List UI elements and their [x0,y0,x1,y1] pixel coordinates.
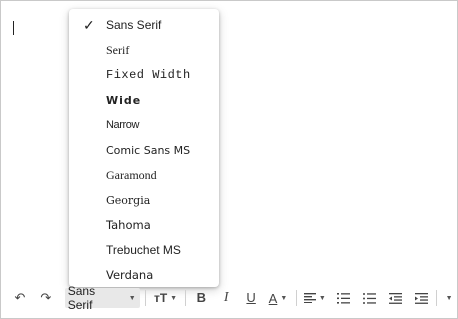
font-option-label: Sans Serif [106,18,162,32]
font-size-button[interactable]: тT ▼ [151,287,181,309]
font-option-sans-serif[interactable]: ✓ Sans Serif [69,13,219,38]
font-option-label: Tahoma [106,218,151,232]
align-left-icon [303,293,316,303]
underline-button[interactable]: U [241,287,261,309]
font-family-menu: ✓ Sans Serif Serif Fixed Width Wide Narr… [69,9,219,287]
bold-icon: B [196,290,207,305]
text-color-button[interactable]: A ▼ [265,287,291,309]
undo-button[interactable]: ↶ [10,287,30,309]
bulleted-list-icon [363,292,376,304]
more-options-icon: ▼ [445,294,453,302]
font-option-label: Georgia [106,194,151,207]
numbered-list-icon [337,292,351,304]
font-option-label: Verdana [106,268,154,282]
font-option-fixed-width[interactable]: Fixed Width [69,63,219,88]
numbered-list-button[interactable] [334,287,354,309]
indent-more-button[interactable] [411,287,431,309]
italic-button[interactable]: I [216,287,236,309]
font-option-trebuchet[interactable]: Trebuchet MS [69,238,219,263]
bulleted-list-button[interactable] [360,287,380,309]
redo-button[interactable]: ↷ [36,287,56,309]
chevron-down-icon: ▼ [318,294,326,302]
font-option-garamond[interactable]: Garamond [69,163,219,188]
toolbar-divider [144,290,146,306]
toolbar-divider [295,290,297,306]
chevron-down-icon: ▼ [128,294,136,302]
align-button[interactable]: ▼ [302,287,328,309]
font-option-label: Trebuchet MS [106,243,181,257]
font-option-serif[interactable]: Serif [69,38,219,63]
font-select-value: Sans Serif [67,284,96,312]
underline-icon: U [246,290,256,305]
redo-icon: ↷ [40,290,52,305]
font-option-comic-sans[interactable]: Comic Sans MS [69,138,219,163]
toolbar-divider [436,290,438,306]
chevron-down-icon: ▼ [170,294,178,302]
font-option-label: Garamond [106,168,157,182]
text-color-icon: A [268,290,278,306]
font-option-label: Narrow [106,119,140,131]
chevron-down-icon: ▼ [280,294,288,302]
font-size-icon: тT [153,291,168,305]
indent-more-icon [414,292,428,304]
italic-icon: I [223,290,229,305]
more-formatting-button[interactable]: ▼ [442,287,456,309]
font-option-label: Comic Sans MS [106,144,191,157]
formatting-toolbar: ↶ ↷ Sans Serif ▼ тT ▼ B I U A ▼ ▼ ▼ [10,284,456,312]
indent-less-button[interactable] [385,287,405,309]
font-family-select[interactable]: Sans Serif ▼ [64,284,140,312]
font-option-label: Fixed Width [106,68,191,82]
font-option-narrow[interactable]: Narrow [69,113,219,138]
undo-icon: ↶ [14,290,26,305]
bold-button[interactable]: B [191,287,211,309]
font-option-georgia[interactable]: Georgia [69,188,219,213]
toolbar-divider [185,290,187,306]
font-option-label: Serif [106,43,130,57]
text-cursor [13,21,14,35]
font-option-label: Wide [106,94,142,107]
font-option-wide[interactable]: Wide [69,88,219,113]
indent-less-icon [388,292,402,304]
font-option-tahoma[interactable]: Tahoma [69,213,219,238]
check-icon: ✓ [83,17,95,33]
